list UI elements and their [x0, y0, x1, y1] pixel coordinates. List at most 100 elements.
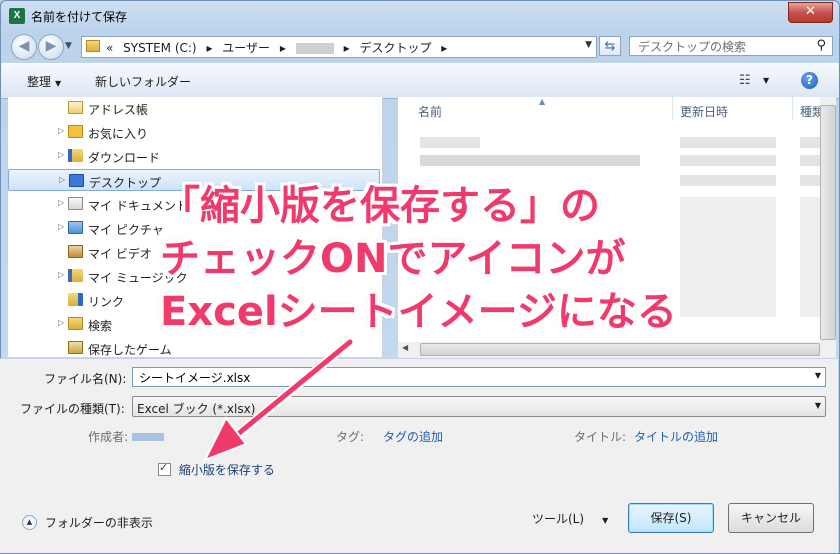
- folder-icon: [86, 40, 100, 52]
- annotation-line-1: 「縮小版を保存する」の: [160, 183, 600, 229]
- expand-arrow-icon[interactable]: ▷: [58, 150, 64, 159]
- tree-item-label: 検索: [88, 319, 113, 333]
- annotation-callout: 「縮小版を保存する」の チェックONでアイコンが Excelシートイメージになる: [160, 180, 677, 339]
- window-title: 名前を付けて保存: [31, 10, 128, 24]
- cancel-button[interactable]: キャンセル: [728, 503, 814, 533]
- scrollbar-thumb[interactable]: [420, 343, 820, 356]
- breadcrumb-system-c[interactable]: SYSTEM (C:): [123, 41, 196, 55]
- tree-item-saved-games[interactable]: 保存したゲーム: [8, 337, 380, 357]
- filename-input[interactable]: [137, 369, 801, 385]
- save-thumbnail-checkbox[interactable]: [158, 461, 171, 476]
- tree-item-address-book[interactable]: アドレス帳: [8, 97, 380, 119]
- column-divider[interactable]: [672, 97, 673, 121]
- add-tags-link[interactable]: タグの追加: [383, 428, 443, 445]
- scrollbar-thumb[interactable]: [820, 105, 836, 340]
- list-item-redacted: [680, 137, 776, 148]
- new-folder-button[interactable]: 新しいフォルダー: [95, 73, 191, 90]
- tree-item-label: マイ ビデオ: [88, 247, 152, 261]
- hide-folders-label: フォルダーの非表示: [44, 516, 153, 530]
- list-item-redacted[interactable]: [420, 137, 480, 148]
- list-item-redacted: [680, 155, 776, 166]
- expand-arrow-icon[interactable]: ▷: [58, 198, 64, 207]
- tree-item-label: 保存したゲーム: [88, 343, 172, 357]
- tree-item-label: ダウンロード: [88, 151, 161, 165]
- tree-item-label: アドレス帳: [88, 103, 149, 117]
- tree-item-label: お気に入り: [88, 127, 149, 141]
- list-item-redacted[interactable]: [420, 155, 640, 166]
- chevron-down-icon: ▼: [602, 516, 609, 525]
- chevron-down-icon[interactable]: ▼: [815, 371, 821, 380]
- search-icon[interactable]: ⚲: [816, 38, 826, 53]
- breadcrumb-separator[interactable]: ▸: [441, 41, 447, 55]
- tree-item-downloads[interactable]: ▷ ダウンロード: [8, 145, 380, 167]
- column-header-date[interactable]: 更新日時: [680, 103, 728, 120]
- title-bar: X 名前を付けて保存 ✕: [1, 1, 839, 31]
- breadcrumb-separator[interactable]: ▸: [344, 41, 350, 55]
- save-thumbnail-label[interactable]: 縮小版を保存する: [179, 463, 275, 477]
- address-bar[interactable]: « SYSTEM (C:) ▸ ユーザー ▸ ▸ デスクトップ ▸ ▼: [81, 36, 597, 58]
- breadcrumb: « SYSTEM (C:) ▸ ユーザー ▸ ▸ デスクトップ ▸: [106, 39, 453, 56]
- favorites-icon: [68, 125, 83, 138]
- title-label: タイトル:: [574, 430, 627, 444]
- list-item-redacted: [680, 175, 776, 186]
- chevron-down-icon[interactable]: ▼: [763, 76, 769, 85]
- list-item-redacted: [680, 197, 776, 317]
- scroll-left-icon[interactable]: ◀: [402, 343, 408, 352]
- tools-menu[interactable]: ツール(L) ▼: [532, 510, 608, 527]
- breadcrumb-desktop[interactable]: デスクトップ: [359, 41, 431, 55]
- filetype-value: Excel ブック (*.xlsx): [137, 402, 256, 416]
- tags-label: タグ:: [336, 430, 365, 444]
- close-button[interactable]: ✕: [788, 2, 833, 23]
- author-label: 作成者:: [88, 430, 129, 444]
- command-bar: 整理 ▼ 新しいフォルダー ☷ ▼ ?: [1, 63, 839, 99]
- back-button[interactable]: ◀: [11, 34, 37, 60]
- breadcrumb-username-redacted[interactable]: [295, 43, 334, 54]
- annotation-line-2: チェックONでアイコンが: [160, 236, 626, 282]
- tree-item-label: デスクトップ: [89, 176, 162, 190]
- breadcrumb-overflow[interactable]: «: [106, 41, 113, 55]
- filename-label: ファイル名(N):: [44, 372, 127, 386]
- tree-item-label: マイ ピクチャ: [88, 223, 164, 237]
- save-button[interactable]: 保存(S): [628, 503, 714, 533]
- help-icon[interactable]: ?: [801, 72, 818, 89]
- column-divider[interactable]: [792, 97, 793, 121]
- documents-icon: [68, 197, 83, 210]
- view-options-icon[interactable]: ☷: [739, 73, 751, 88]
- breadcrumb-separator[interactable]: ▸: [280, 41, 286, 55]
- chevron-down-icon: ▼: [814, 401, 821, 410]
- expand-arrow-icon[interactable]: ▷: [58, 270, 64, 279]
- links-icon: [68, 293, 83, 306]
- videos-icon: [68, 245, 83, 258]
- forward-button[interactable]: ▶: [38, 34, 64, 60]
- breadcrumb-separator[interactable]: ▸: [206, 41, 212, 55]
- saved-games-icon: [68, 341, 83, 354]
- search-input[interactable]: [636, 38, 810, 56]
- address-dropdown-icon[interactable]: ▼: [585, 40, 592, 50]
- pictures-icon: [68, 221, 83, 234]
- author-value-redacted[interactable]: [132, 433, 164, 441]
- recent-locations-dropdown[interactable]: ▼: [65, 41, 72, 51]
- scroll-corner: [820, 342, 836, 358]
- hide-folders-toggle[interactable]: ▲ フォルダーの非表示: [22, 514, 153, 531]
- save-thumbnail-option[interactable]: 縮小版を保存する: [158, 461, 275, 478]
- annotation-line-3: Excelシートイメージになる: [160, 289, 677, 335]
- expand-arrow-icon[interactable]: ▷: [58, 222, 64, 231]
- breadcrumb-users[interactable]: ユーザー: [222, 41, 270, 55]
- expand-arrow-icon[interactable]: ▷: [59, 175, 65, 184]
- searches-icon: [68, 317, 83, 330]
- desktop-icon: [69, 174, 84, 187]
- refresh-button[interactable]: ⇆: [599, 36, 621, 56]
- tree-item-label: リンク: [88, 295, 125, 309]
- tree-item-favorites[interactable]: ▷ お気に入り: [8, 121, 380, 143]
- organize-menu[interactable]: 整理 ▼: [27, 73, 61, 90]
- sort-ascending-icon: ▲: [539, 97, 546, 106]
- search-box[interactable]: ⚲: [629, 36, 833, 56]
- add-title-link[interactable]: タイトルの追加: [634, 428, 718, 445]
- expand-arrow-icon[interactable]: ▷: [58, 126, 64, 135]
- filetype-select[interactable]: Excel ブック (*.xlsx) ▼: [132, 396, 826, 417]
- chevron-down-icon: ▼: [55, 79, 62, 88]
- filename-field[interactable]: ▼: [132, 367, 826, 387]
- expand-arrow-icon[interactable]: ▷: [58, 318, 64, 327]
- back-arrow-icon: ◀: [18, 38, 30, 54]
- column-header-name[interactable]: 名前: [418, 103, 442, 120]
